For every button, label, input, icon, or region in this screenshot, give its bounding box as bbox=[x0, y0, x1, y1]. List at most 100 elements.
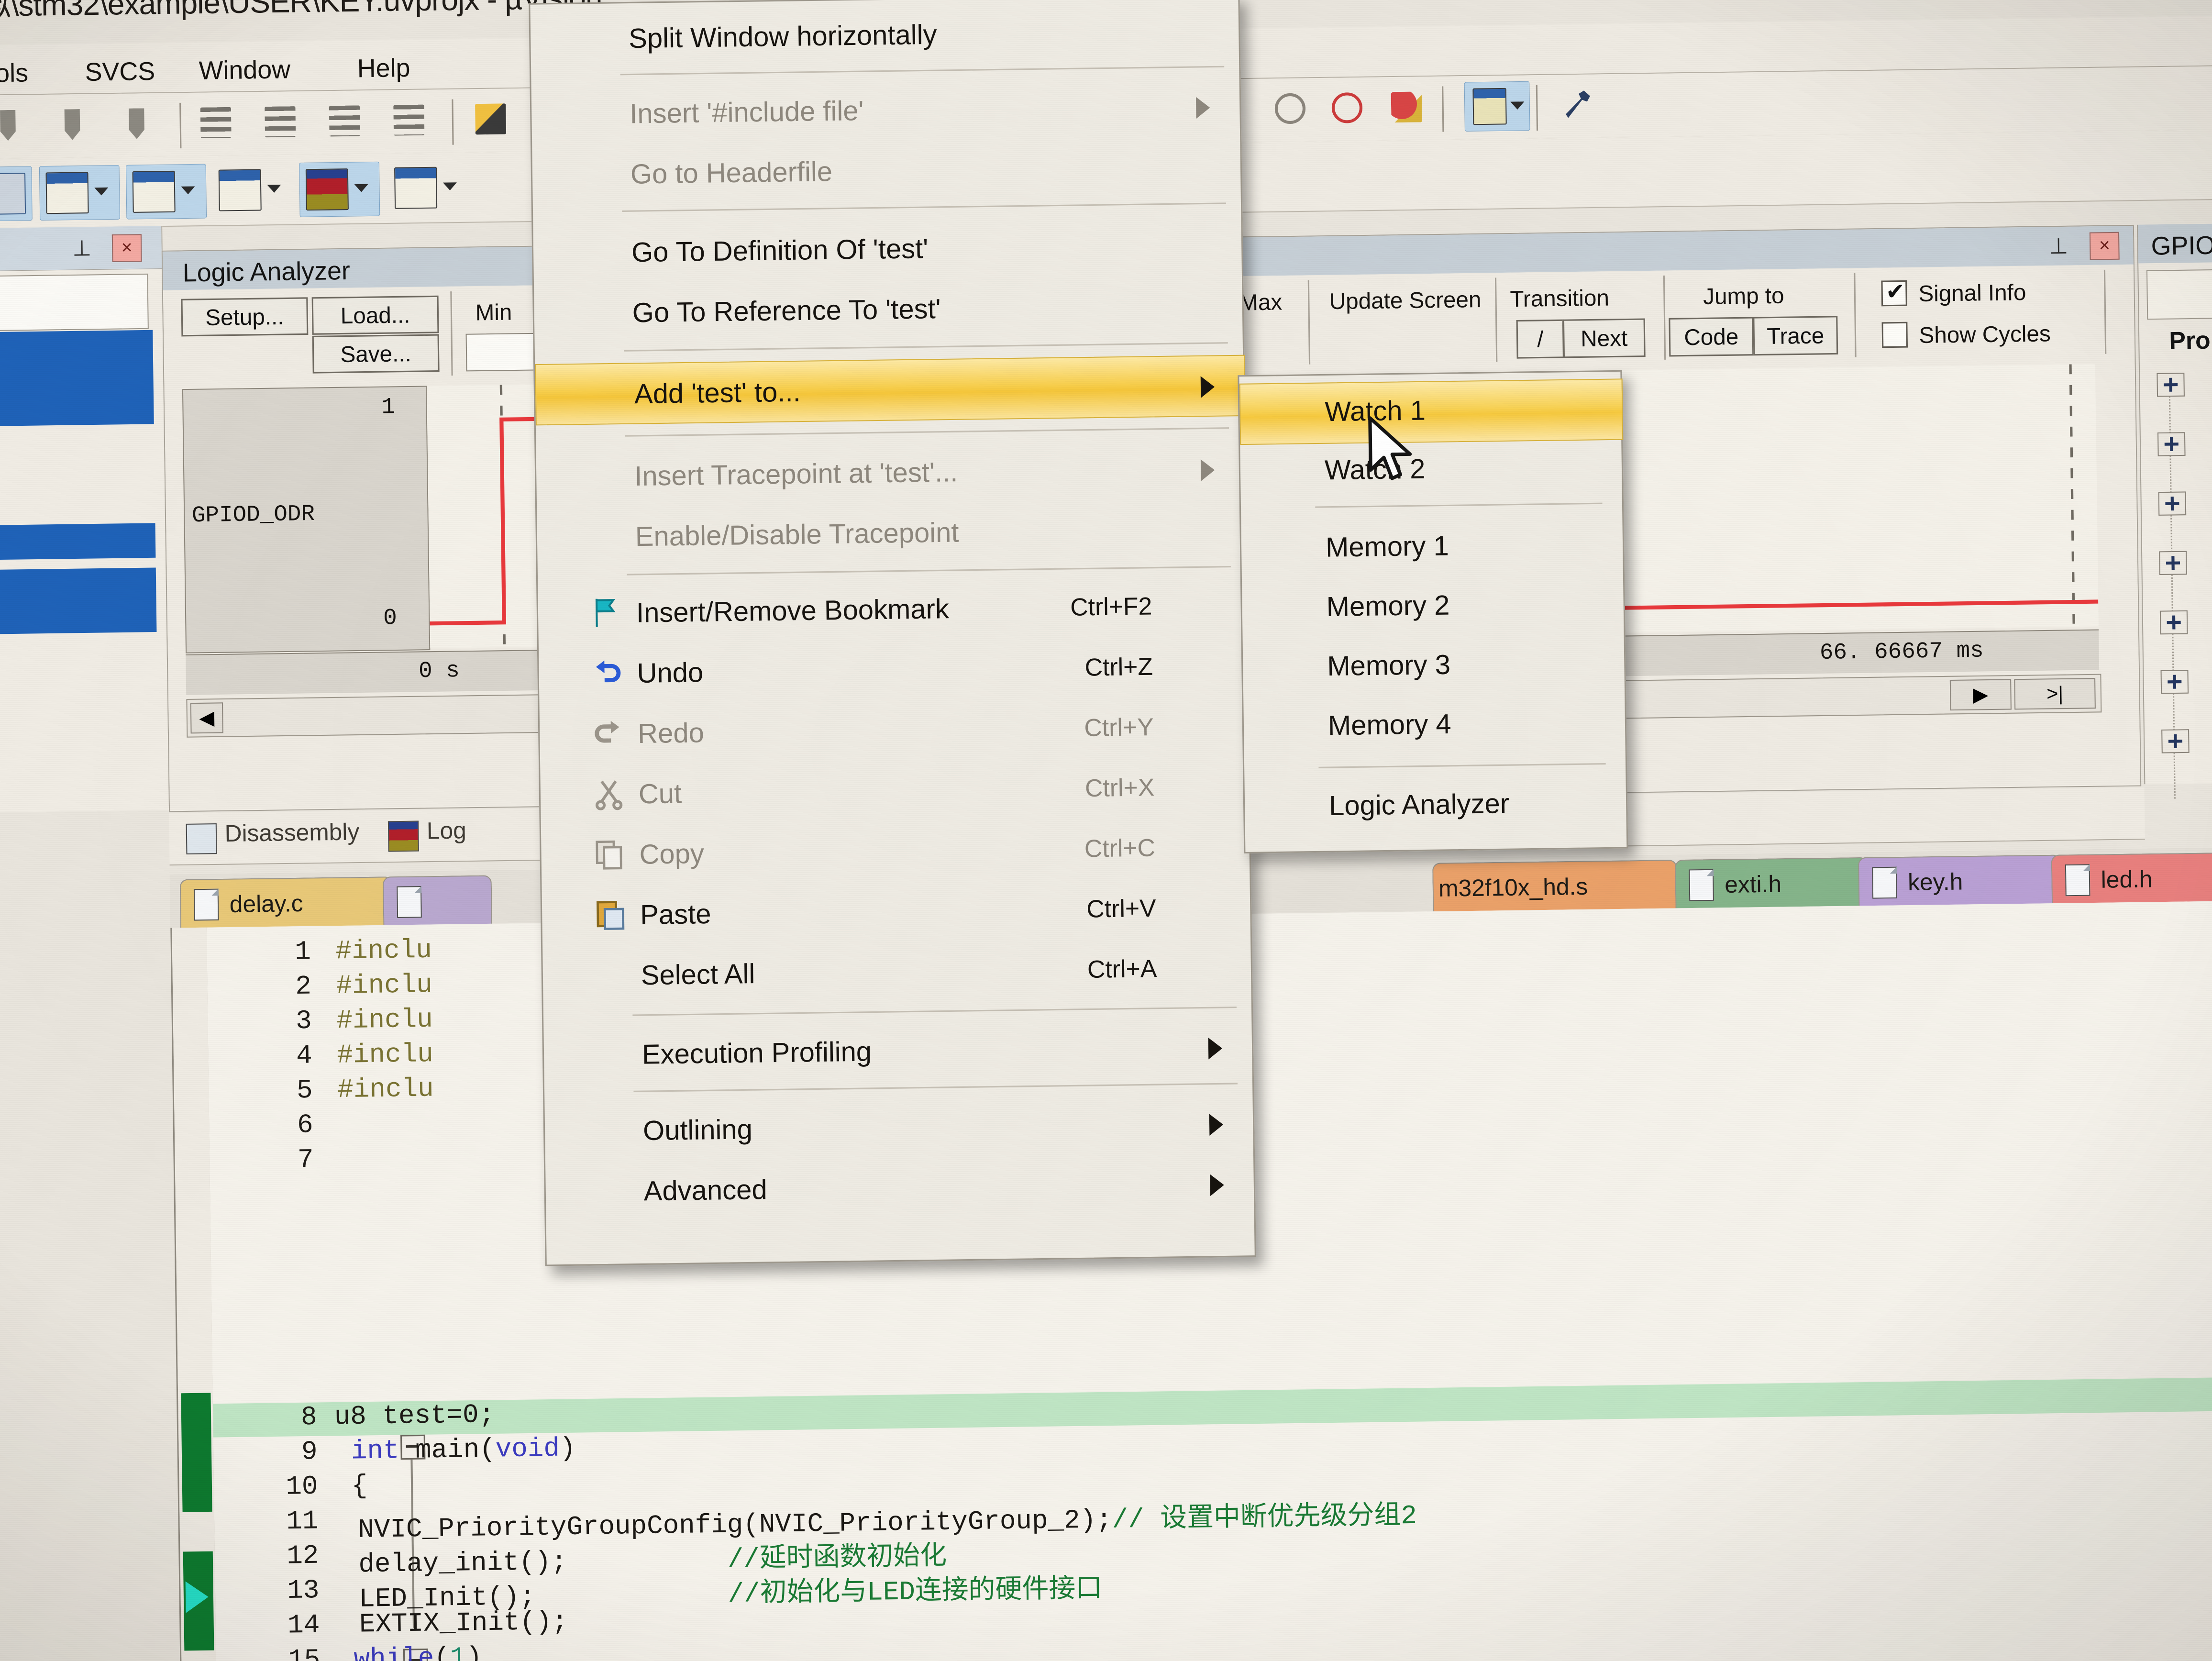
gpio-expand-icon-4[interactable] bbox=[2159, 551, 2187, 576]
submenu-item-watch-1[interactable]: Watch 1 bbox=[1239, 378, 1624, 445]
gpio-titlebar: GPIO bbox=[2138, 223, 2212, 264]
submenu-item-label: Logic Analyzer bbox=[1328, 787, 1510, 821]
submenu-item-memory-1[interactable]: Memory 1 bbox=[1241, 515, 1623, 580]
menu-item-go-to-headerfile[interactable]: Go to Headerfile bbox=[532, 139, 1240, 202]
gpio-expand-icon-1[interactable] bbox=[2157, 373, 2185, 397]
menu-item-accelerator: Ctrl+X bbox=[1084, 773, 1155, 802]
menu-item-undo[interactable]: Undo Ctrl+Z bbox=[539, 638, 1247, 702]
comment-icon[interactable] bbox=[323, 100, 366, 143]
gpio-expand-icon-7[interactable] bbox=[2161, 729, 2190, 753]
menu-item-insert-tracepoint[interactable]: Insert Tracepoint at 'test'... bbox=[536, 441, 1245, 505]
tab-logic-analyzer[interactable]: Log bbox=[427, 817, 467, 845]
indent-icon[interactable] bbox=[194, 101, 237, 144]
project-tree-selection-2[interactable] bbox=[0, 523, 156, 561]
menu-item-insert-remove-bookmark[interactable]: Insert/Remove Bookmark Ctrl+F2 bbox=[538, 577, 1246, 641]
pin-icon[interactable]: ⊥ bbox=[72, 236, 91, 261]
file-tab-key-h[interactable]: key.h bbox=[1858, 854, 2062, 908]
submenu-item-memory-2[interactable]: Memory 2 bbox=[1242, 575, 1624, 639]
submenu-item-memory-4[interactable]: Memory 4 bbox=[1243, 694, 1626, 758]
transition-next-button[interactable]: Next bbox=[1562, 318, 1646, 358]
file-tab-delay-c[interactable]: delay.c bbox=[179, 876, 394, 930]
bookmark-clear-icon[interactable] bbox=[115, 102, 158, 145]
scroll-right-arrow-icon[interactable]: ▶ bbox=[1949, 679, 2012, 711]
menu-item-execution-profiling[interactable]: Execution Profiling bbox=[543, 1019, 1252, 1083]
menu-item-window[interactable]: Window bbox=[199, 55, 290, 86]
jump-to-trace-button[interactable]: Trace bbox=[1753, 316, 1838, 356]
gpio-expand-icon-5[interactable] bbox=[2159, 610, 2188, 635]
project-tree-selection-3[interactable] bbox=[0, 567, 157, 635]
menu-item-enable-disable-tracepoint[interactable]: Enable/Disable Tracepoint bbox=[537, 501, 1245, 565]
save-button[interactable]: Save... bbox=[312, 334, 440, 374]
memory-window-icon[interactable] bbox=[125, 164, 207, 220]
signal-info-checkbox[interactable]: ✔ bbox=[1881, 278, 1907, 307]
transition-label: Transition bbox=[1510, 285, 1610, 312]
gpio-expand-icon-3[interactable] bbox=[2158, 491, 2187, 516]
menu-item-redo[interactable]: Redo Ctrl+Y bbox=[540, 698, 1248, 762]
line-number: 9 bbox=[301, 1437, 318, 1468]
menu-item-go-to-definition[interactable]: Go To Definition Of 'test' bbox=[533, 217, 1241, 281]
menu-item-go-to-reference[interactable]: Go To Reference To 'test' bbox=[534, 277, 1242, 341]
uncomment-icon[interactable] bbox=[387, 99, 431, 142]
menu-item-advanced[interactable]: Advanced bbox=[545, 1156, 1254, 1219]
close-icon[interactable]: × bbox=[2089, 232, 2120, 260]
submenu-item-logic-analyzer[interactable]: Logic Analyzer bbox=[1244, 774, 1626, 838]
bookmark-next-icon[interactable] bbox=[51, 103, 94, 146]
tab-disassembly[interactable]: Disassembly bbox=[224, 819, 359, 848]
code-line: EXTIX_Init(); bbox=[359, 1607, 568, 1640]
breakpoint-empty-icon[interactable] bbox=[1269, 87, 1312, 130]
copy-icon bbox=[593, 837, 627, 871]
project-tree-selection-1[interactable] bbox=[0, 330, 154, 427]
scroll-end-icon[interactable]: >| bbox=[2014, 678, 2096, 710]
submenu-item-memory-3[interactable]: Memory 3 bbox=[1243, 634, 1625, 698]
analysis-windows-icon[interactable] bbox=[299, 161, 380, 217]
breakpoints-icon[interactable] bbox=[1326, 86, 1369, 129]
configuration-wizard-icon[interactable] bbox=[469, 98, 512, 141]
submenu-arrow-icon bbox=[1200, 376, 1215, 398]
watch-window-icon[interactable] bbox=[39, 165, 120, 221]
pin-icon[interactable]: ⊥ bbox=[2049, 233, 2068, 259]
menu-item-svcs[interactable]: SVCS bbox=[85, 56, 155, 87]
menu-item-label: Outlining bbox=[642, 1113, 753, 1146]
editor-context-menu[interactable]: Split Window horizontally Insert '#inclu… bbox=[529, 0, 1256, 1266]
show-cycles-checkbox[interactable] bbox=[1881, 321, 1908, 348]
code-line: #inclu bbox=[336, 1005, 433, 1036]
debug-windows-icon[interactable] bbox=[1464, 81, 1530, 132]
add-test-to-submenu[interactable]: Watch 1 Watch 2 Memory 1 Memory 2 Memory… bbox=[1238, 370, 1628, 853]
submenu-arrow-icon bbox=[1200, 459, 1215, 481]
file-tab-exti-h[interactable]: exti.h bbox=[1675, 857, 1869, 910]
gpio-expand-icon-6[interactable] bbox=[2160, 669, 2189, 694]
wrench-icon[interactable] bbox=[1556, 83, 1599, 126]
menu-item-split-window-horizontally[interactable]: Split Window horizontally bbox=[531, 3, 1239, 67]
close-icon[interactable]: × bbox=[111, 234, 142, 263]
transition-prev-button[interactable]: / bbox=[1516, 319, 1564, 359]
file-tab-startup-s[interactable]: m32f10x_hd.s bbox=[1432, 859, 1678, 914]
serial-window-icon[interactable] bbox=[212, 163, 292, 217]
line-number: 8 bbox=[300, 1402, 318, 1433]
file-tab-led-h[interactable]: led.h bbox=[2051, 852, 2212, 906]
signal-name: GPIOD_ODR bbox=[191, 501, 315, 529]
outdent-icon[interactable] bbox=[259, 100, 302, 144]
menu-item-outlining[interactable]: Outlining bbox=[544, 1096, 1253, 1159]
menu-item-select-all[interactable]: Select All Ctrl+A bbox=[542, 940, 1251, 1004]
file-tab-2[interactable] bbox=[382, 875, 493, 927]
scroll-left-arrow-icon[interactable]: ◀ bbox=[190, 702, 223, 734]
menu-item-cut[interactable]: Cut Ctrl+X bbox=[540, 759, 1249, 822]
trace-window-icon[interactable] bbox=[388, 160, 468, 215]
jump-to-code-button[interactable]: Code bbox=[1669, 317, 1754, 357]
setup-button[interactable]: Setup... bbox=[181, 297, 309, 337]
menu-item-paste[interactable]: Paste Ctrl+V bbox=[542, 880, 1250, 943]
menu-item-help[interactable]: Help bbox=[357, 53, 410, 84]
menu-item-label: Execution Profiling bbox=[641, 1035, 872, 1070]
project-window-icon[interactable] bbox=[0, 166, 33, 221]
project-tree-field[interactable] bbox=[0, 273, 149, 332]
menu-item-copy[interactable]: Copy Ctrl+C bbox=[541, 819, 1250, 883]
load-button[interactable]: Load... bbox=[311, 295, 439, 335]
kill-breakpoints-icon[interactable] bbox=[1385, 86, 1428, 129]
submenu-item-watch-2[interactable]: Watch 2 bbox=[1240, 438, 1622, 503]
gpio-expand-icon-2[interactable] bbox=[2157, 432, 2186, 456]
line-number: 4 bbox=[296, 1041, 313, 1072]
bookmark-prev-icon[interactable] bbox=[0, 104, 30, 147]
menu-item-tools[interactable]: Tools bbox=[0, 58, 28, 89]
menu-item-insert-include-file[interactable]: Insert '#include file' bbox=[531, 78, 1240, 142]
menu-item-add-test-to[interactable]: Add 'test' to... bbox=[535, 354, 1246, 426]
